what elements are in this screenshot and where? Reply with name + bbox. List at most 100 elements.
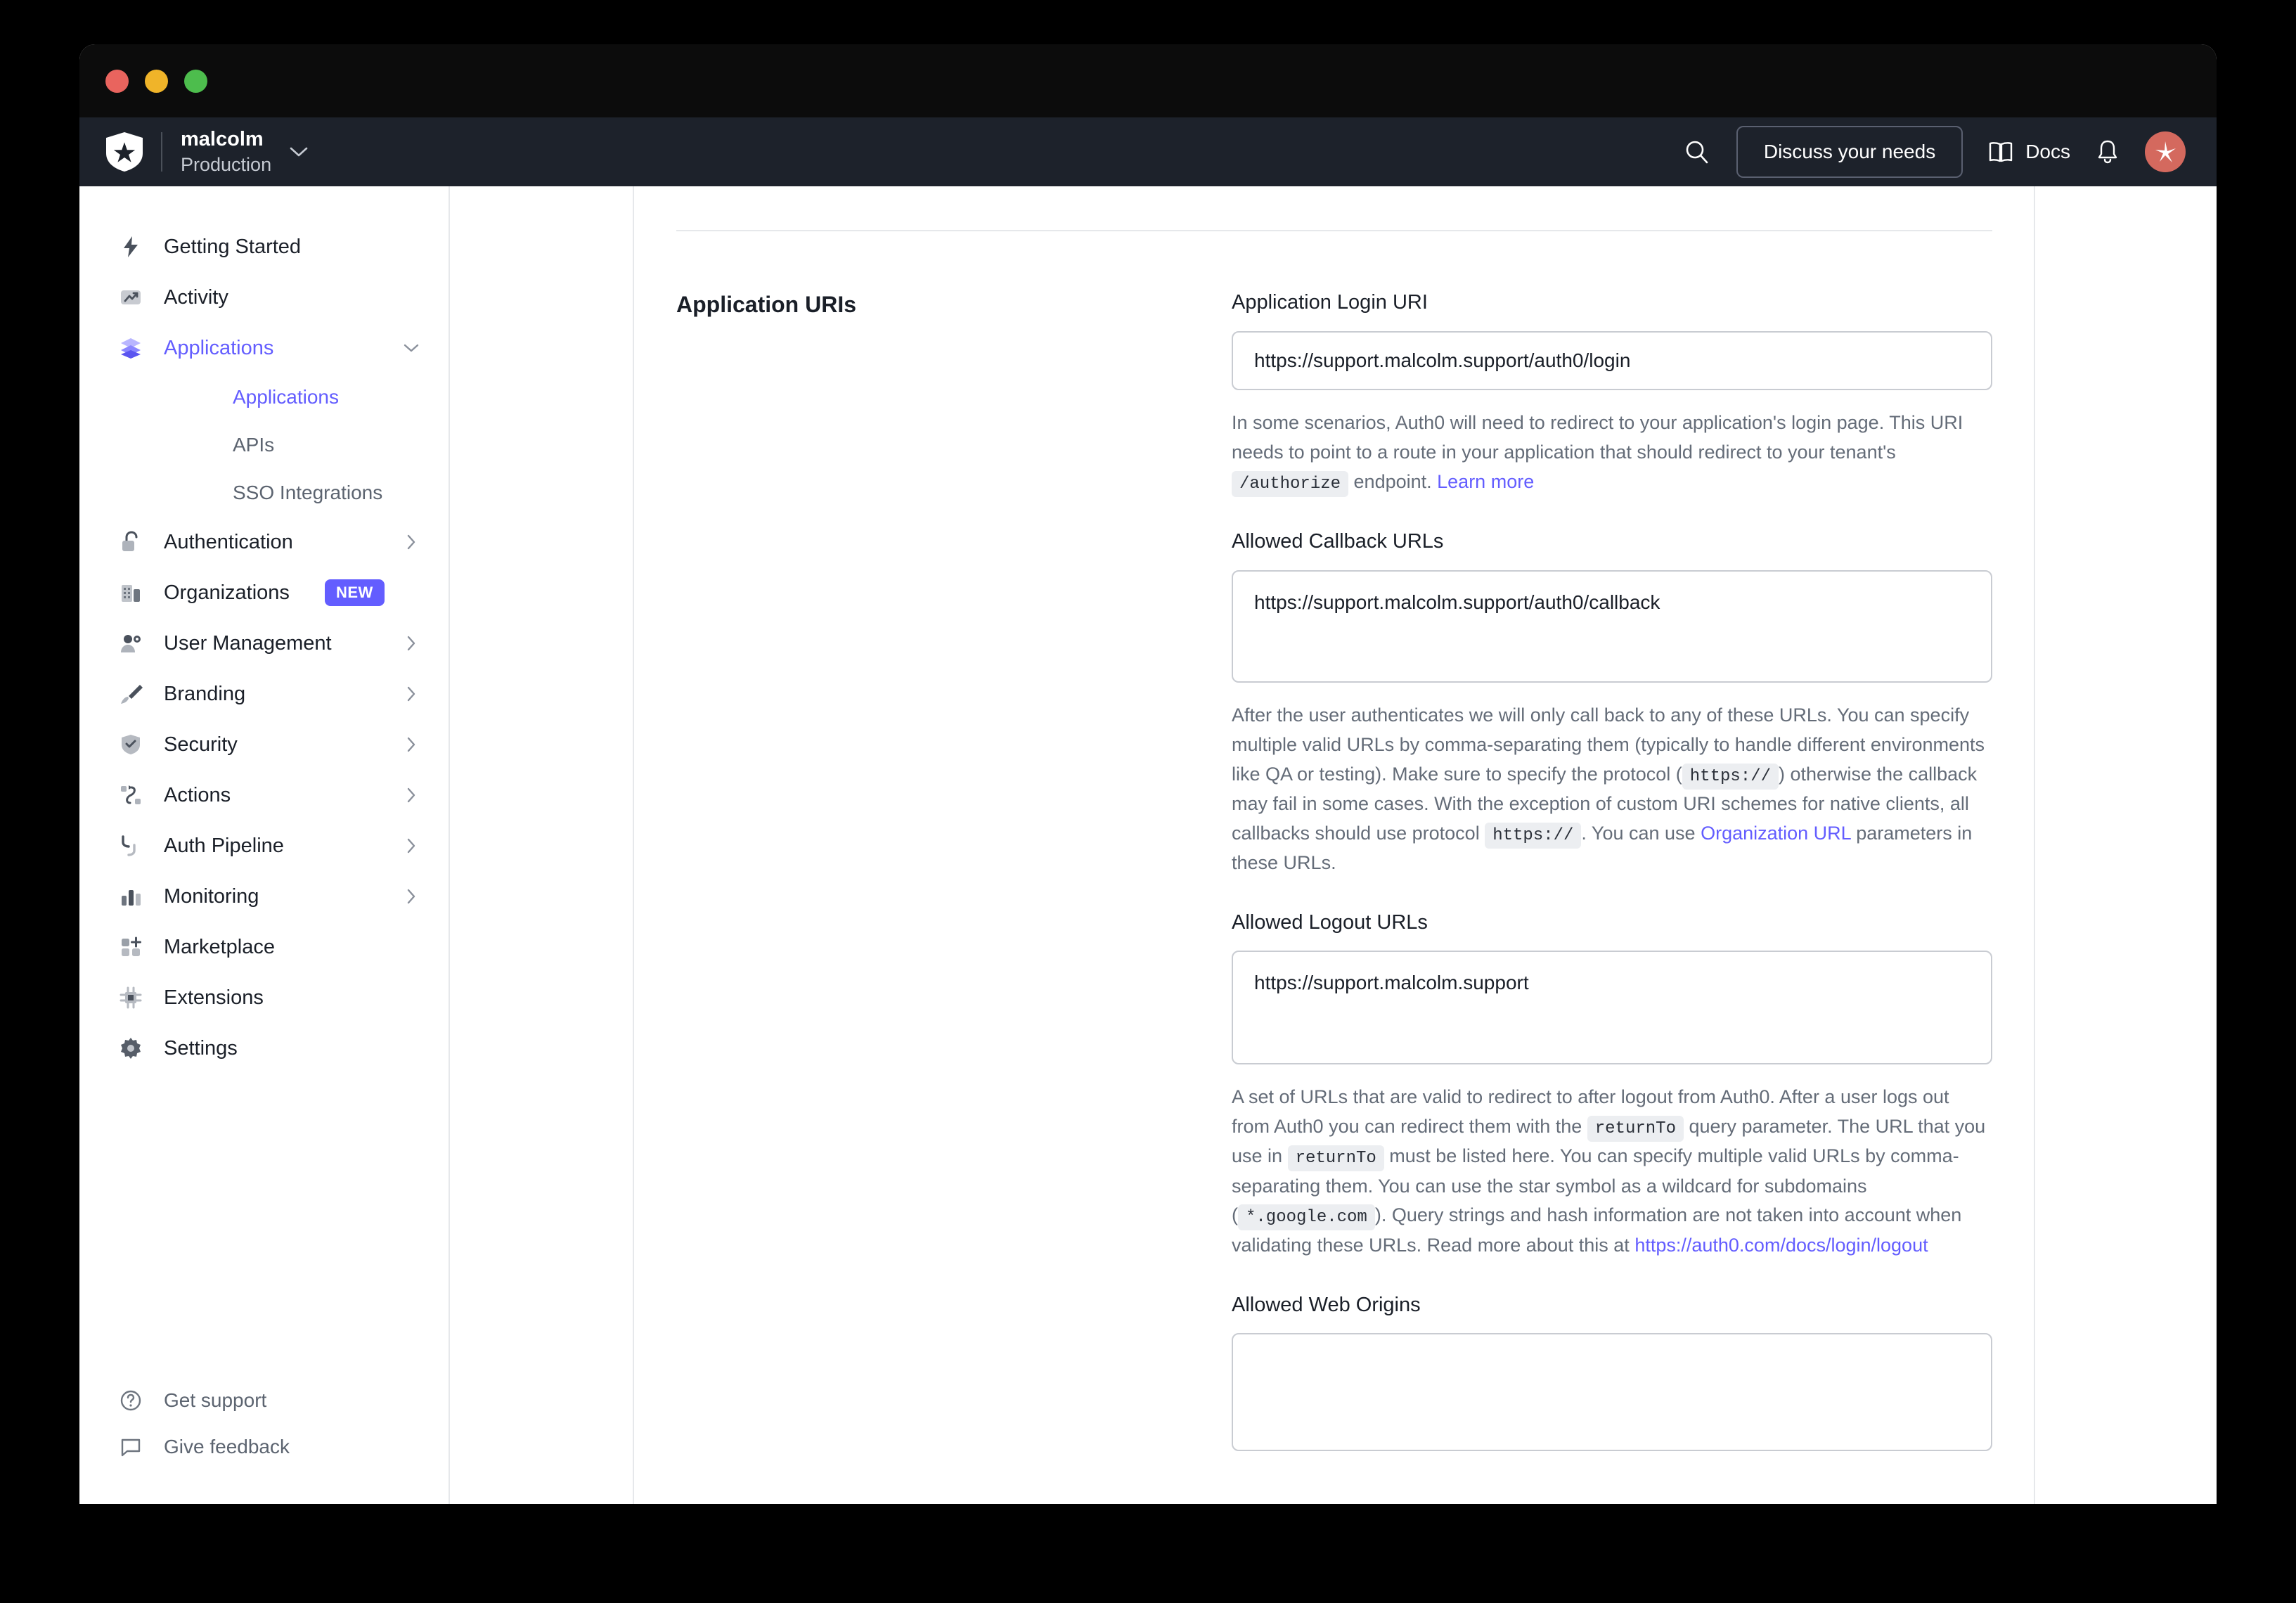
question-circle-icon [117, 1387, 144, 1414]
give-feedback-label: Give feedback [164, 1436, 290, 1457]
sidebar-item-user-management[interactable]: User Management [79, 618, 449, 669]
field-allowed-web-origins: Allowed Web Origins [1232, 1293, 1992, 1452]
sidebar-sublabel: APIs [233, 434, 275, 456]
logout-docs-link[interactable]: https://auth0.com/docs/login/logout [1634, 1235, 1928, 1256]
sidebar-label: Settings [164, 1036, 238, 1060]
window-titlebar [79, 44, 2217, 117]
app-body: Getting Started Activity Applications Ap… [79, 186, 2217, 1504]
organization-url-link[interactable]: Organization URL [1701, 823, 1851, 844]
chevron-right-icon [404, 534, 419, 550]
search-button[interactable] [1683, 138, 1711, 166]
sidebar-label: Monitoring [164, 884, 259, 908]
chevron-down-icon [404, 340, 419, 356]
minimize-window-button[interactable] [145, 69, 168, 93]
trending-up-icon [117, 284, 144, 311]
avatar-star-icon [2155, 141, 2176, 162]
allowed-logout-urls-textarea[interactable] [1232, 951, 1992, 1065]
sidebar-item-activity[interactable]: Activity [79, 272, 449, 323]
field-help-text: A set of URLs that are valid to redirect… [1232, 1083, 1992, 1260]
sidebar-label: Authentication [164, 530, 293, 553]
field-help-text: In some scenarios, Auth0 will need to re… [1232, 408, 1992, 497]
close-window-button[interactable] [105, 69, 129, 93]
allowed-web-origins-textarea[interactable] [1232, 1333, 1992, 1452]
field-label: Allowed Callback URLs [1232, 530, 1444, 553]
sidebar-subitem-apis[interactable]: APIs [79, 421, 449, 469]
sidebar-item-monitoring[interactable]: Monitoring [79, 871, 449, 922]
field-allowed-callback-urls: Allowed Callback URLs After the user aut… [1232, 529, 1992, 878]
give-feedback-link[interactable]: Give feedback [79, 1424, 449, 1470]
sidebar-label: Applications [164, 336, 274, 359]
docs-link[interactable]: Docs [1988, 141, 2070, 163]
brand-divider [161, 131, 162, 172]
code-chip-wildcard-domain: *.google.com [1238, 1204, 1375, 1231]
discuss-your-needs-button[interactable]: Discuss your needs [1736, 126, 1963, 178]
code-chip-returnto: returnTo [1287, 1145, 1384, 1172]
fields-column: Application Login URI In some scenarios,… [1232, 290, 1992, 1452]
top-navigation-bar: malcolm Production Discuss your needs Do… [79, 117, 2217, 186]
page-title: Application URIs [676, 292, 857, 317]
pipeline-arrow-icon [117, 832, 144, 859]
field-label: Application Login URI [1232, 291, 1428, 314]
app-window: malcolm Production Discuss your needs Do… [79, 44, 2217, 1504]
tenant-text: malcolm Production [181, 128, 271, 176]
brand-area: malcolm Production [106, 128, 308, 176]
content-gutter [450, 186, 634, 1504]
tenant-selector[interactable]: malcolm Production [181, 128, 308, 176]
sidebar-label: Auth Pipeline [164, 834, 284, 857]
top-nav-actions: Discuss your needs Docs [1683, 126, 2186, 178]
application-login-uri-input[interactable] [1232, 330, 1992, 391]
allowed-callback-urls-textarea[interactable] [1232, 569, 1992, 683]
book-icon [1989, 142, 2013, 162]
applications-submenu: Applications APIs SSO Integrations [79, 373, 449, 517]
sidebar-label: Branding [164, 682, 246, 705]
sidebar-item-marketplace[interactable]: Marketplace [79, 922, 449, 972]
bar-chart-icon [117, 883, 144, 910]
unlock-icon [117, 529, 144, 555]
sidebar-label: Activity [164, 285, 228, 309]
tenant-environment: Production [181, 154, 272, 176]
sidebar-item-security[interactable]: Security [79, 719, 449, 770]
code-chip-https: https:// [1682, 763, 1779, 790]
sidebar-label: Security [164, 733, 238, 756]
layers-icon [117, 335, 144, 361]
sidebar-label: Marketplace [164, 935, 275, 958]
chevron-right-icon [404, 838, 419, 854]
chevron-right-icon [404, 737, 419, 752]
get-support-link[interactable]: Get support [79, 1377, 449, 1424]
field-application-login-uri: Application Login URI In some scenarios,… [1232, 290, 1992, 497]
learn-more-link[interactable]: Learn more [1437, 471, 1534, 492]
maximize-window-button[interactable] [184, 69, 207, 93]
paintbrush-icon [117, 681, 144, 707]
gear-icon [117, 1035, 144, 1062]
sidebar-item-settings[interactable]: Settings [79, 1023, 449, 1074]
building-icon [117, 579, 144, 606]
sidebar-item-organizations[interactable]: Organizations NEW [79, 567, 449, 618]
sidebar-item-auth-pipeline[interactable]: Auth Pipeline [79, 820, 449, 871]
application-uris-section: Application URIs Application Login URI I… [676, 290, 1992, 1452]
sidebar-item-actions[interactable]: Actions [79, 770, 449, 820]
avatar[interactable] [2145, 131, 2186, 172]
sidebar-item-extensions[interactable]: Extensions [79, 972, 449, 1023]
chevron-right-icon [404, 889, 419, 904]
notifications-button[interactable] [2096, 139, 2120, 165]
sidebar-subitem-sso-integrations[interactable]: SSO Integrations [79, 469, 449, 517]
help-text-part: . You can use [1581, 822, 1701, 844]
field-label: Allowed Web Origins [1232, 1293, 1421, 1316]
flow-nodes-icon [117, 782, 144, 809]
sidebar-item-branding[interactable]: Branding [79, 669, 449, 719]
shield-check-icon [117, 731, 144, 758]
chevron-right-icon [404, 636, 419, 651]
status-badge-new: NEW [324, 579, 385, 606]
help-text-part: endpoint. [1348, 470, 1438, 492]
help-text-part: In some scenarios, Auth0 will need to re… [1232, 412, 1963, 463]
sidebar-label: Actions [164, 783, 231, 806]
user-gear-icon [117, 630, 144, 657]
sidebar-item-authentication[interactable]: Authentication [79, 517, 449, 567]
sidebar-item-getting-started[interactable]: Getting Started [79, 221, 449, 272]
code-chip-https: https:// [1485, 822, 1582, 849]
docs-label: Docs [2025, 141, 2070, 162]
sidebar-item-applications[interactable]: Applications [79, 323, 449, 373]
sidebar-sublabel: Applications [233, 386, 339, 408]
sidebar-subitem-applications[interactable]: Applications [79, 373, 449, 421]
bell-icon [2098, 140, 2117, 164]
